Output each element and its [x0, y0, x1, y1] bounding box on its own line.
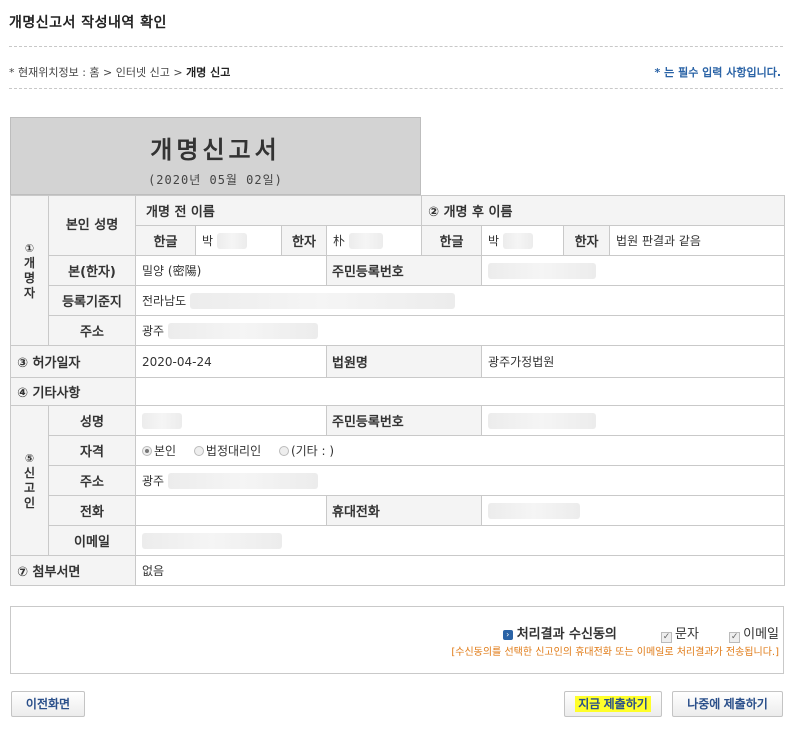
checkbox-checked-icon: ✓: [729, 632, 741, 643]
consent-email-option[interactable]: ✓ 이메일: [729, 627, 779, 643]
breadcrumb-path: * 현재위치정보 : 홈 > 인터넷 신고 >: [9, 66, 187, 79]
self-rrn-label: 주민등록번호: [325, 255, 483, 286]
mobile-value: [481, 495, 786, 526]
submit-now-button[interactable]: 지금 제출하기: [564, 691, 662, 717]
before-name-header: 개명 전 이름: [134, 195, 423, 226]
divider: [9, 46, 783, 47]
after-hanja-value: 법원 판결과 같음: [609, 225, 786, 256]
reporter-rrn-value: [481, 405, 786, 436]
phone-label: 전화: [48, 495, 136, 526]
email-value: [134, 525, 786, 556]
etc-label: ④ 기타사항: [10, 377, 136, 406]
radio-icon: [193, 446, 204, 456]
attachment-label: ⑦ 첨부서면: [10, 555, 136, 586]
arrow-bullet-icon: ›: [502, 630, 513, 640]
consent-heading: 처리결과 수신동의: [516, 627, 617, 642]
self-address-value: 광주: [134, 315, 786, 346]
before-hangul-label: 한글: [135, 225, 196, 256]
consent-line: › 처리결과 수신동의 ✓ 문자 ✓ 이메일: [502, 623, 779, 643]
attachment-value: 없음: [134, 555, 786, 586]
reporter-name-label: 성명: [48, 405, 136, 436]
court-value: 광주가정법원: [481, 345, 786, 378]
form-header: 개명신고서 (2020년 05월 02일): [10, 117, 421, 195]
form-title: 개명신고서: [150, 135, 281, 164]
registry-label: 등록기준지: [48, 285, 136, 316]
qual-option-self[interactable]: 본인: [142, 444, 176, 458]
reporter-address-value: 광주: [134, 465, 786, 496]
before-hanja-value: 朴: [325, 225, 423, 256]
reporter-address-label: 주소: [48, 465, 136, 496]
submit-later-button[interactable]: 나중에 제출하기: [672, 691, 783, 717]
permit-date-value: 2020-04-24: [135, 345, 327, 378]
email-label: 이메일: [48, 525, 136, 556]
mobile-label: 휴대전화: [325, 495, 483, 526]
after-hangul-value: 박: [481, 225, 565, 256]
phone-value: [135, 495, 327, 526]
permit-date-label: ③ 허가일자: [10, 345, 136, 378]
self-address-label: 주소: [48, 315, 136, 346]
consent-sms-option[interactable]: ✓ 문자: [661, 627, 699, 643]
section5-label: ⑤ 신고인: [10, 405, 49, 556]
court-label: 법원명: [325, 345, 483, 378]
required-note: * 는 필수 입력 사항입니다.: [654, 66, 781, 79]
bon-label: 본(한자): [48, 255, 136, 286]
consent-note: [수신동의를 선택한 신고인의 휴대전화 또는 이메일로 처리결과가 전송됩니다…: [451, 647, 779, 658]
consent-panel: › 처리결과 수신동의 ✓ 문자 ✓ 이메일 [수신동의를 선택한 신고인의 휴대전화…: [10, 606, 784, 674]
before-hanja-label: 한자: [281, 225, 327, 256]
checkbox-checked-icon: ✓: [661, 632, 673, 643]
bon-value: 밀양 (密陽): [135, 255, 327, 286]
radio-icon: [278, 446, 289, 456]
qualification-label: 자격: [48, 435, 136, 466]
section1-label: ① 개명자: [10, 195, 49, 346]
self-rrn-value: [481, 255, 786, 286]
prev-screen-button[interactable]: 이전화면: [11, 691, 85, 717]
after-hanja-label: 한자: [563, 225, 611, 256]
qual-option-other[interactable]: (기타 : ): [278, 444, 334, 458]
after-name-header: ② 개명 후 이름: [421, 195, 786, 226]
registry-value: 전라남도: [134, 285, 786, 316]
reporter-rrn-label: 주민등록번호: [325, 405, 483, 436]
breadcrumb-current: 개명 신고: [186, 66, 231, 79]
breadcrumb: * 현재위치정보 : 홈 > 인터넷 신고 > 개명 신고: [9, 64, 230, 80]
submit-now-label: 지금 제출하기: [575, 696, 651, 712]
before-hangul-value: 박: [195, 225, 282, 256]
qualification-options: 본인 법정대리인 (기타 : ): [134, 435, 786, 466]
divider: [9, 88, 783, 89]
self-name-label: 본인 성명: [48, 195, 136, 256]
radio-selected-icon: [142, 446, 152, 456]
reporter-name-value: [135, 405, 327, 436]
after-hangul-label: 한글: [421, 225, 483, 256]
etc-value: [134, 377, 786, 406]
page-title: 개명신고서 작성내역 확인: [9, 15, 167, 31]
report-table: ① 개명자 본인 성명 개명 전 이름 ② 개명 후 이름 한글 박 한자 朴 …: [10, 195, 786, 586]
form-date: (2020년 05월 02일): [148, 173, 283, 187]
qual-option-legal-rep[interactable]: 법정대리인: [193, 444, 261, 458]
